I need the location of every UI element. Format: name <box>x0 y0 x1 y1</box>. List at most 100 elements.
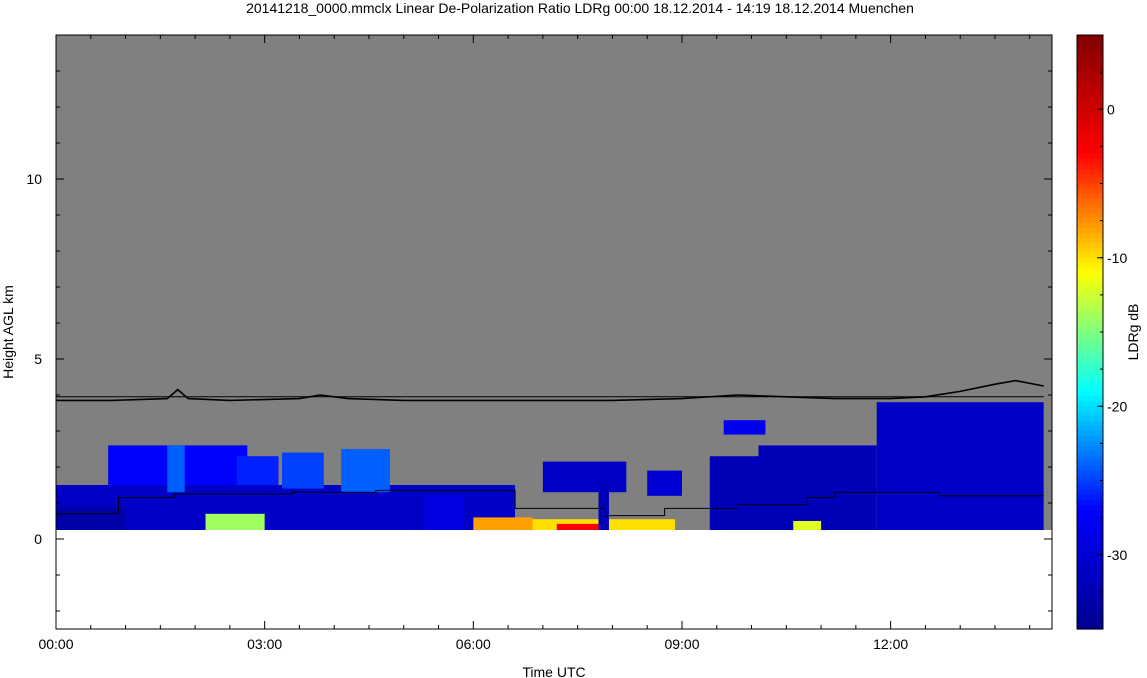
colorbar-swatch <box>1077 143 1103 150</box>
colorbar-swatch <box>1077 59 1103 66</box>
colorbar-swatch <box>1077 554 1103 561</box>
colorbar-swatch <box>1077 445 1103 452</box>
colorbar-swatch <box>1077 505 1103 511</box>
colorbar-swatch <box>1077 426 1103 432</box>
echo-region <box>598 481 609 530</box>
colorbar-swatch <box>1077 208 1103 214</box>
colorbar-swatch <box>1077 391 1103 397</box>
colorbar-swatch <box>1077 84 1103 91</box>
colorbar-swatch <box>1077 302 1103 308</box>
colorbar-swatch <box>1077 292 1103 298</box>
echo-region <box>236 456 279 485</box>
colorbar-swatch <box>1077 346 1103 353</box>
colorbar-swatch <box>1077 173 1103 180</box>
colorbar-swatch <box>1077 267 1103 274</box>
colorbar-swatch <box>1077 495 1103 501</box>
colorbar-swatch <box>1077 416 1103 422</box>
echo-region <box>758 445 877 530</box>
colorbar-swatch <box>1077 490 1103 496</box>
colorbar-swatch <box>1077 336 1103 343</box>
colorbar-tick-label: -20 <box>1107 398 1127 414</box>
colorbar-swatch <box>1077 138 1103 145</box>
colorbar-swatch <box>1077 213 1103 219</box>
colorbar-swatch <box>1077 539 1103 546</box>
colorbar-swatch <box>1077 94 1103 100</box>
y-axis-label: Height AGL km <box>0 285 16 379</box>
colorbar-swatch <box>1077 297 1103 303</box>
colorbar-swatch <box>1077 242 1103 249</box>
colorbar-swatch <box>1077 366 1103 373</box>
echo-region <box>341 449 390 493</box>
colorbar-tick-label: 0 <box>1107 101 1115 117</box>
colorbar-swatch <box>1077 287 1103 293</box>
colorbar-swatch <box>1077 559 1103 566</box>
x-tick-label: 06:00 <box>456 636 491 652</box>
colorbar-swatch <box>1077 470 1103 477</box>
colorbar-swatch <box>1077 584 1103 590</box>
echo-region <box>282 452 324 489</box>
colorbar-swatch <box>1077 44 1103 51</box>
colorbar-swatch <box>1077 89 1103 95</box>
echo-region <box>167 445 185 493</box>
y-tick-label: 10 <box>26 171 42 187</box>
echo-region <box>205 513 265 530</box>
colorbar-swatch <box>1077 203 1103 209</box>
colorbar-swatch <box>1077 79 1103 86</box>
colorbar-swatch <box>1077 49 1103 56</box>
colorbar-swatch <box>1077 247 1103 254</box>
colorbar-swatch <box>1077 272 1103 279</box>
colorbar-swatch <box>1077 158 1103 165</box>
colorbar-swatch <box>1077 465 1103 472</box>
colorbar-swatch <box>1077 257 1103 264</box>
echo-region <box>542 461 627 493</box>
colorbar-swatch <box>1077 544 1103 551</box>
colorbar-swatch <box>1077 440 1103 447</box>
below-ground-area <box>56 530 1052 629</box>
colorbar-swatch <box>1077 193 1103 199</box>
colorbar-swatch <box>1077 475 1103 482</box>
x-tick-label: 09:00 <box>664 636 699 652</box>
colorbar-swatch <box>1077 109 1103 115</box>
colorbar-swatch <box>1077 619 1103 625</box>
colorbar-swatch <box>1077 455 1103 462</box>
colorbar-swatch <box>1077 148 1103 155</box>
colorbar-swatch <box>1077 525 1103 531</box>
colorbar-swatch <box>1077 594 1103 600</box>
colorbar-swatch <box>1077 168 1103 175</box>
colorbar-swatch <box>1077 317 1103 323</box>
colorbar-swatch <box>1077 411 1103 417</box>
colorbar-swatch <box>1077 178 1103 185</box>
colorbar-swatch <box>1077 609 1103 615</box>
echo-region <box>876 402 1044 530</box>
colorbar-swatch <box>1077 312 1103 318</box>
ldr-chart: 20141218_0000.mmclx Linear De-Polarizati… <box>0 0 1141 678</box>
colorbar-swatch <box>1077 134 1103 140</box>
x-tick-label: 12:00 <box>873 636 908 652</box>
colorbar-swatch <box>1077 356 1103 363</box>
colorbar-swatch <box>1077 327 1103 333</box>
colorbar-swatch <box>1077 589 1103 595</box>
colorbar-swatch <box>1077 307 1103 313</box>
colorbar-swatch <box>1077 188 1103 194</box>
colorbar-swatch <box>1077 351 1103 358</box>
colorbar-swatch <box>1077 579 1103 586</box>
colorbar-swatch <box>1077 35 1103 41</box>
colorbar-swatch <box>1077 381 1103 388</box>
colorbar-swatch <box>1077 237 1103 244</box>
colorbar-swatch <box>1077 450 1103 457</box>
x-axis-label: Time UTC <box>522 664 585 678</box>
colorbar: 0 -10 -20 -30 <box>1076 34 1127 630</box>
colorbar-swatch <box>1077 114 1103 120</box>
colorbar-swatch <box>1077 435 1103 442</box>
echo-region <box>647 470 682 496</box>
colorbar-swatch <box>1077 218 1103 224</box>
colorbar-label: LDRg dB <box>1125 304 1141 361</box>
colorbar-swatch <box>1077 163 1103 170</box>
colorbar-swatch <box>1077 341 1103 348</box>
colorbar-swatch <box>1077 371 1103 378</box>
colorbar-swatch <box>1077 421 1103 427</box>
colorbar-swatch <box>1077 69 1103 76</box>
colorbar-swatch <box>1077 406 1103 412</box>
colorbar-swatch <box>1077 361 1103 368</box>
colorbar-swatch <box>1077 520 1103 526</box>
